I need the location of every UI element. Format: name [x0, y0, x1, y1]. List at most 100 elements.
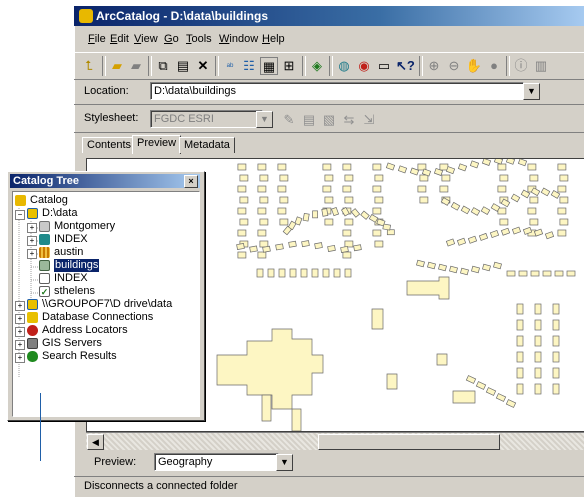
pan-icon[interactable]: ✋	[465, 57, 483, 75]
building-footprint	[322, 185, 332, 193]
details-icon[interactable]: ▦	[260, 57, 278, 75]
building-footprint	[300, 268, 308, 278]
building-footprint	[439, 185, 449, 193]
copy-icon[interactable]: ⧉	[154, 57, 172, 75]
address-locators-icon	[27, 325, 38, 336]
scroll-left-icon[interactable]: ◀	[87, 434, 104, 450]
building-footprint	[409, 167, 420, 176]
building-footprint	[436, 353, 448, 366]
building-footprint	[419, 196, 429, 204]
large-icons-icon[interactable]: ᵃᵇ	[221, 57, 239, 75]
preview-dropdown-icon[interactable]: ▼	[276, 454, 293, 471]
building-footprint	[499, 174, 509, 182]
delete-icon[interactable]: ✕	[194, 57, 212, 75]
import-metadata-icon[interactable]: ⇆	[340, 111, 358, 129]
building-footprint	[552, 351, 560, 363]
building-footprint	[557, 163, 567, 171]
zoom-in-icon[interactable]: ⊕	[425, 57, 443, 75]
location-input[interactable]: D:\data\buildings	[150, 82, 524, 100]
location-bar: Location: D:\data\buildings ▼	[74, 80, 584, 105]
building-footprint	[239, 196, 249, 204]
catalog-tree[interactable]: Catalog − D:\data + Montgomery + INDEX +…	[12, 191, 200, 417]
expand-address-locators-icon[interactable]: +	[15, 327, 25, 337]
building-footprint	[516, 351, 524, 363]
building-footprint	[511, 226, 522, 235]
tab-contents[interactable]: Contents	[82, 137, 137, 153]
building-footprint	[372, 229, 382, 237]
preview-select[interactable]: Geography	[154, 453, 279, 471]
building-footprint	[417, 185, 427, 193]
expand-search-results-icon[interactable]: +	[15, 353, 25, 363]
disconnect-folder-icon[interactable]: ▰	[127, 57, 145, 75]
close-icon[interactable]: ×	[184, 175, 198, 188]
location-label: Location:	[84, 85, 129, 97]
tab-metadata[interactable]: Metadata	[179, 137, 235, 153]
horizontal-scrollbar[interactable]: ◀	[86, 432, 584, 450]
identify-icon[interactable]: ⓘ	[512, 57, 530, 75]
expand-montgomery-icon[interactable]: +	[27, 223, 37, 233]
building-footprint	[239, 218, 249, 226]
full-extent-icon[interactable]: ●	[485, 57, 503, 75]
menu-file[interactable]: File	[88, 33, 106, 45]
arctoolbox-icon[interactable]: ◉	[355, 57, 373, 75]
building-footprint	[493, 159, 504, 165]
launch-arcmap-icon[interactable]: ◈	[308, 57, 326, 75]
building-footprint	[460, 267, 469, 276]
building-footprint	[288, 240, 297, 248]
menu-window[interactable]: Window	[219, 33, 258, 45]
stylesheet-dropdown-icon[interactable]: ▼	[256, 111, 273, 128]
export-metadata-icon[interactable]: ⇲	[360, 111, 378, 129]
preview-label: Preview:	[94, 456, 137, 468]
building-footprint	[482, 263, 491, 272]
menu-view[interactable]: View	[134, 33, 158, 45]
building-footprint	[277, 207, 287, 215]
building-footprint	[552, 303, 560, 315]
create-metadata-icon[interactable]: ▧	[320, 111, 338, 129]
menu-go[interactable]: Go	[164, 33, 179, 45]
building-footprint	[342, 251, 352, 259]
building-footprint	[344, 174, 354, 182]
building-footprint	[256, 268, 264, 278]
collapse-data-icon[interactable]: −	[15, 210, 25, 220]
list-icon[interactable]: ☷	[240, 57, 258, 75]
preview-bar: Preview: Geography ▼	[74, 450, 584, 474]
title-bar[interactable]: ArcCatalog - D:\data\buildings	[74, 6, 584, 26]
menu-tools[interactable]: Tools	[186, 33, 212, 45]
building-footprint	[516, 367, 524, 379]
building-footprint	[552, 367, 560, 379]
building-footprint	[534, 335, 542, 347]
thumbnails-icon[interactable]: ⊞	[280, 57, 298, 75]
edit-metadata-icon[interactable]: ✎	[280, 111, 298, 129]
building-footprint	[465, 375, 477, 384]
properties-icon[interactable]: ▤	[300, 111, 318, 129]
catalog-tree-title-bar[interactable]: Catalog Tree ×	[10, 174, 200, 188]
metadata-icon[interactable]: ◍	[335, 57, 353, 75]
whats-this-icon[interactable]: ↖?	[396, 57, 415, 75]
building-footprint	[499, 218, 509, 226]
building-footprint	[544, 231, 555, 240]
menu-help[interactable]: Help	[262, 33, 285, 45]
menu-edit[interactable]: Edit	[110, 33, 129, 45]
building-footprint	[534, 367, 542, 379]
expand-index-icon[interactable]: +	[27, 236, 37, 246]
zoom-out-icon[interactable]: ⊖	[445, 57, 463, 75]
command-line-icon[interactable]: ▭	[375, 57, 393, 75]
building-footprint	[559, 218, 569, 226]
scroll-thumb[interactable]	[318, 434, 500, 450]
expand-network-icon[interactable]: +	[15, 301, 25, 311]
connect-folder-icon[interactable]: ▰	[108, 57, 126, 75]
building-footprint	[518, 270, 528, 277]
building-footprint	[257, 229, 267, 237]
paste-icon[interactable]: ▤	[174, 57, 192, 75]
expand-austin-icon[interactable]: +	[27, 249, 37, 259]
building-footprint	[542, 270, 552, 277]
expand-database-connections-icon[interactable]: +	[15, 314, 25, 324]
expand-gis-servers-icon[interactable]: +	[15, 340, 25, 350]
toolbar-more-icon[interactable]: ▥	[532, 57, 550, 75]
standard-toolbar: ⮤ ▰ ▰ ⧉ ▤ ✕ ᵃᵇ ☷ ▦ ⊞ ◈ ◍ ◉ ▭ ↖? ⊕ ⊖ ✋ ● …	[74, 52, 584, 80]
stylesheet-select[interactable]: FGDC ESRI	[150, 110, 263, 128]
up-one-level-icon[interactable]: ⮤	[80, 57, 98, 75]
location-dropdown-icon[interactable]: ▼	[523, 83, 540, 100]
tab-preview[interactable]: Preview	[132, 135, 182, 154]
building-footprint	[445, 166, 456, 175]
